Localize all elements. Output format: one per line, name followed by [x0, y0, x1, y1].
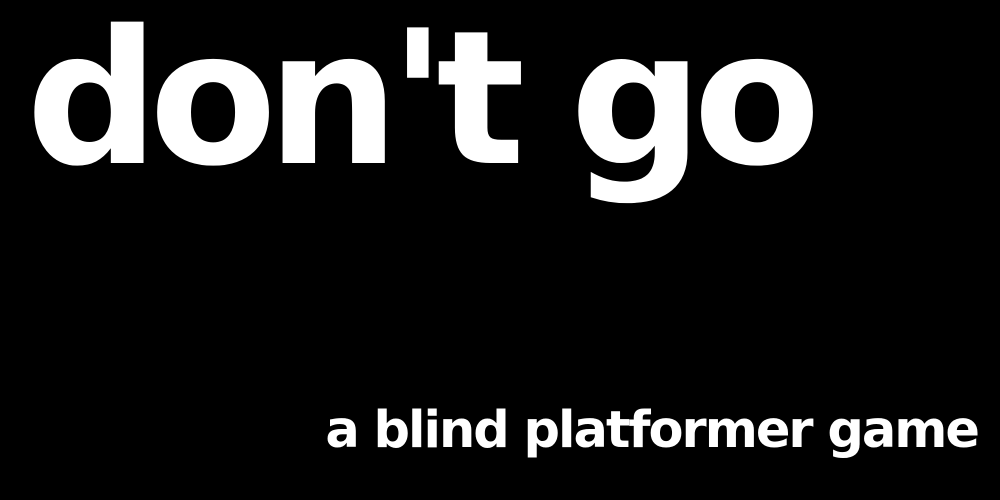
game-subtitle: a blind platformer game [325, 401, 980, 460]
title-screen: don't go a blind platformer game [0, 0, 1000, 500]
game-title: don't go [26, 0, 821, 207]
